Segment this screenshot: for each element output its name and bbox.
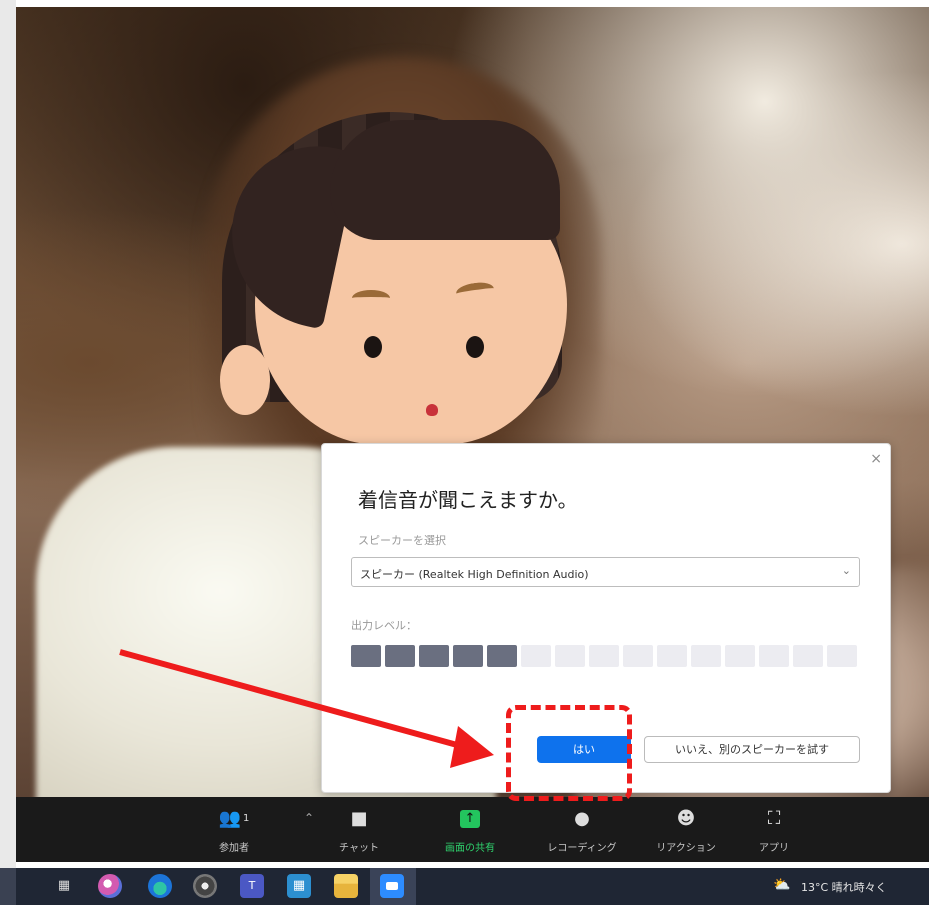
right-eye: [466, 336, 484, 358]
level-segment: [351, 645, 381, 667]
chat-label: チャット: [339, 843, 379, 854]
share-screen-icon: ↑: [430, 805, 510, 833]
record-label: レコーディング: [547, 843, 617, 854]
level-segment: [385, 645, 415, 667]
output-level-meter: [351, 645, 861, 667]
file-explorer-icon[interactable]: [334, 874, 358, 898]
level-segment: [759, 645, 789, 667]
level-segment: [589, 645, 619, 667]
start-area[interactable]: [0, 868, 16, 905]
level-segment: [555, 645, 585, 667]
teams-icon[interactable]: T: [240, 874, 264, 898]
left-border: [0, 0, 16, 868]
share-screen-button[interactable]: ↑ 画面の共有: [430, 805, 510, 854]
task-view-icon[interactable]: ▦: [52, 874, 76, 898]
chat-button[interactable]: ■ チャット: [319, 805, 399, 854]
edge-browser-icon[interactable]: [148, 874, 172, 898]
mouth: [426, 404, 438, 416]
apps-label: アプリ: [759, 843, 789, 854]
zoom-app-icon[interactable]: [380, 874, 404, 898]
speaker-select-label: スピーカーを選択: [358, 534, 446, 547]
reaction-icon: ☻: [676, 808, 696, 829]
left-eyebrow: [352, 290, 390, 306]
level-segment: [623, 645, 653, 667]
record-button[interactable]: ● レコーディング: [542, 805, 622, 854]
participants-label: 参加者: [219, 843, 249, 854]
apps-button[interactable]: ⛶ アプリ: [734, 805, 814, 854]
weather-icon: ⛅: [773, 877, 791, 893]
reactions-button[interactable]: ☻ リアクション: [646, 805, 726, 854]
reactions-label: リアクション: [656, 843, 716, 854]
dialog-title: 着信音が聞こえますか。: [358, 488, 578, 512]
screen: × 着信音が聞こえますか。 スピーカーを選択 スピーカー (Realtek Hi…: [0, 0, 929, 905]
speaker-dropdown[interactable]: スピーカー (Realtek High Definition Audio) ⌄: [351, 557, 860, 587]
chevron-up-icon[interactable]: ⌃: [304, 811, 314, 825]
level-segment: [827, 645, 857, 667]
chevron-down-icon: ⌄: [841, 564, 851, 577]
try-another-speaker-button[interactable]: いいえ、別のスピーカーを試す: [644, 736, 860, 763]
level-segment: [691, 645, 721, 667]
level-segment: [725, 645, 755, 667]
participants-button[interactable]: 👥 1 参加者: [194, 805, 274, 854]
participant-count: 1: [243, 813, 250, 824]
app-icon[interactable]: ▦: [287, 874, 311, 898]
illustration-fringe: [330, 120, 560, 240]
windows-taskbar: ▦ T ▦ ⛅ 13°C 晴れ時々く: [0, 868, 929, 905]
share-screen-label: 画面の共有: [445, 843, 495, 854]
level-segment: [487, 645, 517, 667]
level-segment: [793, 645, 823, 667]
camera-app-icon[interactable]: [193, 874, 217, 898]
weather-text[interactable]: 13°C 晴れ時々く: [801, 879, 887, 895]
paint-icon[interactable]: [98, 874, 122, 898]
close-icon[interactable]: ×: [870, 452, 882, 466]
meeting-toolbar: 👥 1 参加者 ⌃ ■ チャット ↑ 画面の共有 ● レコーディング ☻ リアクシ…: [16, 797, 929, 862]
level-segment: [419, 645, 449, 667]
record-icon: ●: [574, 808, 590, 829]
left-eye: [364, 336, 382, 358]
output-level-label: 出力レベル：: [351, 619, 417, 632]
level-segment: [657, 645, 687, 667]
speaker-dropdown-value: スピーカー (Realtek High Definition Audio): [360, 568, 589, 581]
annotation-highlight-box: [506, 705, 632, 801]
level-segment: [521, 645, 551, 667]
top-border: [0, 0, 929, 7]
participants-icon: 👥 1: [218, 808, 250, 829]
apps-icon: ⛶: [767, 808, 781, 829]
level-segment: [453, 645, 483, 667]
chat-icon: ■: [350, 808, 368, 829]
